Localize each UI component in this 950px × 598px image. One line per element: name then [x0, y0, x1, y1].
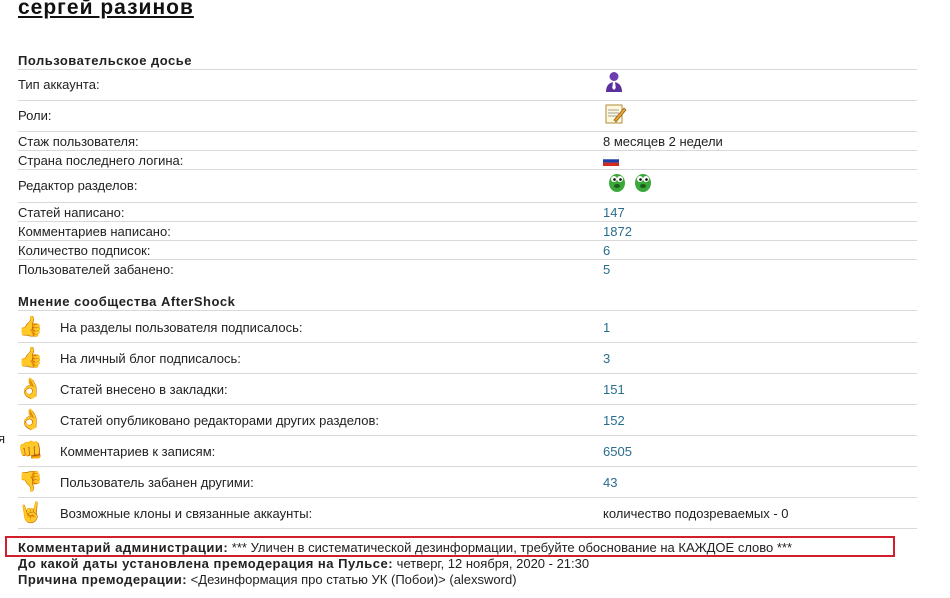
- clipped-text-fragment: я: [0, 431, 6, 446]
- premoderation-reason-label: Причина премодерации:: [18, 572, 188, 587]
- opinion-label: Комментариев к записям:: [60, 444, 216, 459]
- divider: [18, 131, 917, 132]
- blog-subscribers-link[interactable]: 3: [603, 351, 610, 366]
- divider: [18, 100, 917, 101]
- dossier-row-subscriptions: Количество подписок: 6: [18, 243, 917, 259]
- bookmarked-link[interactable]: 151: [603, 382, 625, 397]
- clones-value: количество подозреваемых - 0: [603, 506, 789, 521]
- opinion-row-published-by-editors: 👌 Статей опубликовано редакторами других…: [18, 405, 917, 435]
- section-subscribers-link[interactable]: 1: [603, 320, 610, 335]
- fist-icon: 👊: [18, 440, 43, 462]
- dossier-label: Стаж пользователя:: [18, 134, 139, 149]
- dossier-row-account-type: Тип аккаунта:: [18, 72, 917, 97]
- dossier-label: Статей написано:: [18, 205, 125, 220]
- dossier-label: Тип аккаунта:: [18, 77, 100, 92]
- thumbs-up-icon: 👍: [18, 316, 43, 338]
- opinion-label: Пользователь забанен другими:: [60, 475, 254, 490]
- opinion-label: На личный блог подписалось:: [60, 351, 241, 366]
- green-monster-icon[interactable]: [606, 171, 628, 193]
- opinion-row-banned-by-others: 👎 Пользователь забанен другими: 43: [18, 467, 917, 497]
- dossier-row-roles: Роли:: [18, 104, 917, 128]
- banned-users-count-link[interactable]: 5: [603, 262, 610, 277]
- user-tie-icon: [606, 72, 622, 92]
- articles-count-link[interactable]: 147: [603, 205, 625, 220]
- dossier-row-last-login-country: Страна последнего логина:: [18, 153, 917, 169]
- opinion-label: Статей внесено в закладки:: [60, 382, 228, 397]
- opinion-label: Статей опубликовано редакторами других р…: [60, 413, 380, 428]
- opinion-label: Возможные клоны и связанные аккаунты:: [60, 506, 313, 521]
- divider: [18, 528, 917, 529]
- dossier-row-section-editor: Редактор разделов:: [18, 174, 917, 198]
- published-by-editors-link[interactable]: 152: [603, 413, 625, 428]
- comments-link[interactable]: 6505: [603, 444, 632, 459]
- ok-hand-icon: 👌: [18, 378, 43, 400]
- dossier-row-comments-written: Комментариев написано: 1872: [18, 224, 917, 240]
- divider: [18, 69, 917, 70]
- dossier-value: 8 месяцев 2 недели: [603, 134, 723, 149]
- premoderation-date: До какой даты установлена премодерация н…: [18, 556, 589, 571]
- divider: [18, 259, 917, 260]
- thumbs-down-icon: 👎: [18, 471, 43, 493]
- dossier-section-title: Пользовательское досье: [18, 53, 193, 68]
- dossier-row-seniority: Стаж пользователя: 8 месяцев 2 недели: [18, 134, 917, 150]
- divider: [18, 310, 917, 311]
- opinion-row-section-subscribers: 👍 На разделы пользователя подписалось: 1: [18, 312, 917, 342]
- divider: [18, 240, 917, 241]
- dossier-label: Пользователей забанено:: [18, 262, 174, 277]
- banned-by-others-link[interactable]: 43: [603, 475, 617, 490]
- opinion-row-clones: 🤘 Возможные клоны и связанные аккаунты: …: [18, 498, 917, 528]
- profile-username[interactable]: сергей разинов: [18, 0, 194, 20]
- opinion-section-title: Мнение сообщества AfterShock: [18, 294, 236, 309]
- admin-comment-label: Комментарий администрации:: [18, 540, 229, 555]
- dossier-label: Страна последнего логина:: [18, 153, 184, 168]
- dossier-row-users-banned: Пользователей забанено: 5: [18, 262, 917, 278]
- admin-comment-text: *** Уличен в систематической дезинформац…: [231, 540, 793, 555]
- horns-hand-icon: 🤘: [18, 502, 43, 524]
- dossier-row-articles-written: Статей написано: 147: [18, 205, 917, 221]
- dossier-label: Роли:: [18, 108, 52, 123]
- premoderation-date-value: четверг, 12 ноября, 2020 - 21:30: [396, 556, 590, 571]
- divider: [18, 202, 917, 203]
- notepad-pencil-icon: [605, 104, 627, 124]
- thumbs-up-icon: 👍: [18, 347, 43, 369]
- comments-count-link[interactable]: 1872: [603, 224, 632, 239]
- ok-hand-icon: 👌: [18, 409, 43, 431]
- premoderation-reason-value: <Дезинформация про статью УК (Побои)> (a…: [190, 572, 517, 587]
- subscriptions-count-link[interactable]: 6: [603, 243, 610, 258]
- opinion-row-bookmarked: 👌 Статей внесено в закладки: 151: [18, 374, 917, 404]
- divider: [18, 221, 917, 222]
- divider: [18, 169, 917, 170]
- opinion-row-blog-subscribers: 👍 На личный блог подписалось: 3: [18, 343, 917, 373]
- opinion-row-comments: 👊 Комментариев к записям: 6505: [18, 436, 917, 466]
- divider: [18, 150, 917, 151]
- admin-comment: Комментарий администрации: *** Уличен в …: [18, 540, 792, 555]
- premoderation-date-label: До какой даты установлена премодерация н…: [18, 556, 394, 571]
- opinion-label: На разделы пользователя подписалось:: [60, 320, 303, 335]
- dossier-label: Количество подписок:: [18, 243, 151, 258]
- dossier-label: Комментариев написано:: [18, 224, 171, 239]
- russia-flag-icon: [603, 156, 619, 166]
- premoderation-reason: Причина премодерации: <Дезинформация про…: [18, 572, 517, 587]
- green-monster-icon[interactable]: [632, 171, 654, 193]
- dossier-label: Редактор разделов:: [18, 178, 138, 193]
